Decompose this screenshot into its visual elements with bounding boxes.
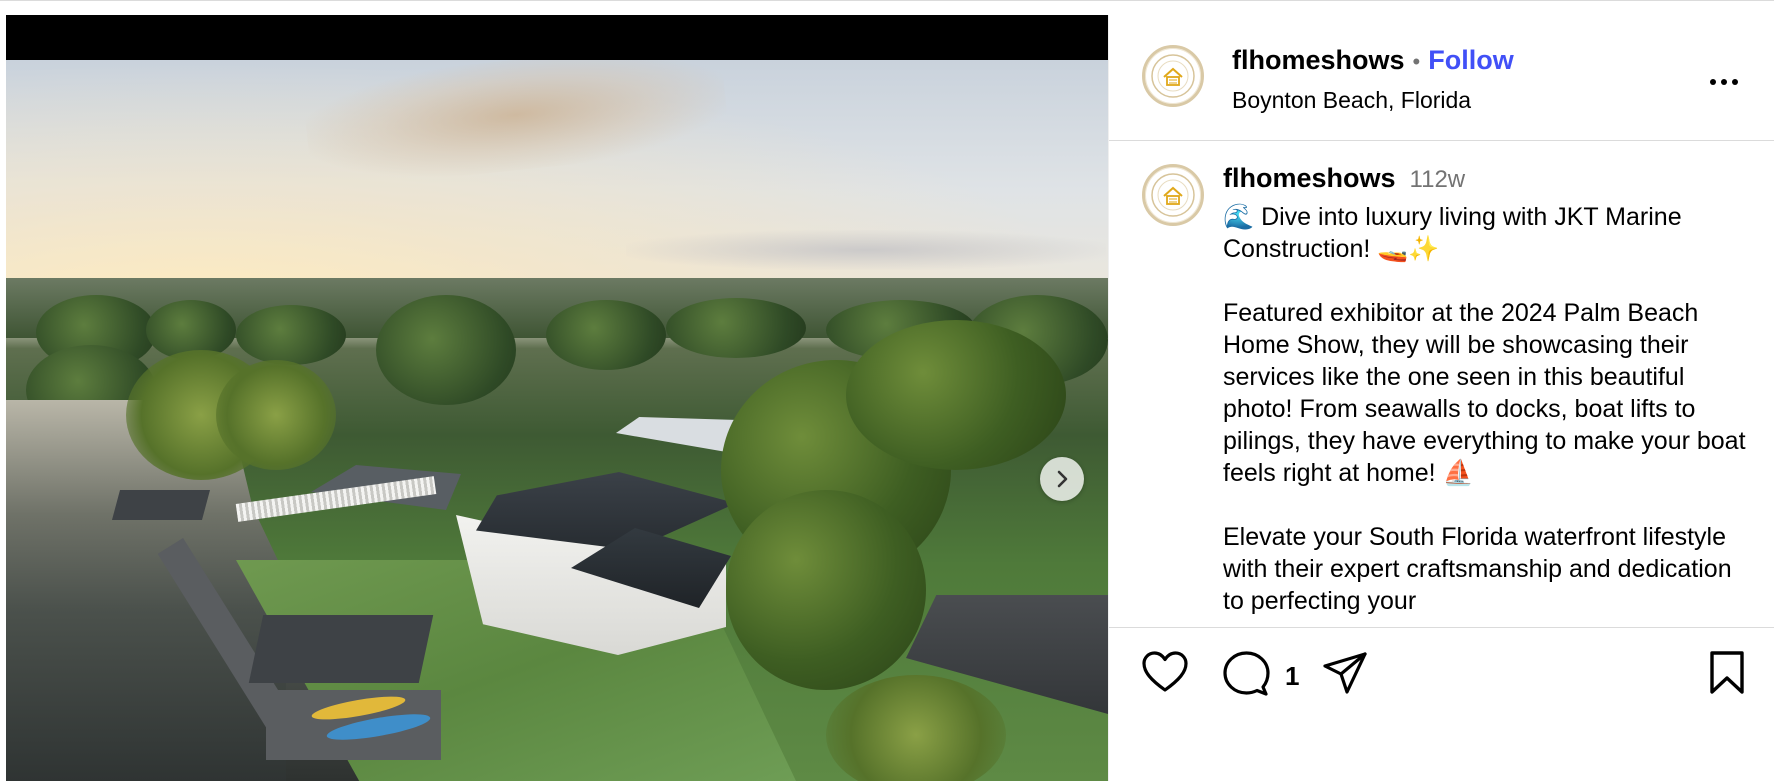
more-dot-icon xyxy=(1732,79,1738,85)
location-link[interactable]: Boynton Beach, Florida xyxy=(1232,87,1471,114)
bookmark-icon xyxy=(1710,651,1744,694)
caption-header: flhomeshows 112w xyxy=(1223,163,1465,194)
follow-button[interactable]: Follow xyxy=(1428,45,1513,76)
cloud xyxy=(626,230,1106,270)
comment-icon xyxy=(1223,651,1270,696)
caption-text: 🌊 Dive into luxury living with JKT Marin… xyxy=(1223,203,1746,615)
share-icon xyxy=(1323,652,1367,694)
action-bar: 1 xyxy=(1109,627,1774,782)
heart-icon xyxy=(1142,651,1188,692)
comment-button[interactable] xyxy=(1221,650,1271,701)
separator-dot: • xyxy=(1412,49,1421,74)
post-sidebar: flhomeshows • Follow Boynton Beach, Flor… xyxy=(1108,15,1774,781)
boat-lift-roof xyxy=(111,490,211,520)
palm-tree xyxy=(826,675,1006,781)
tree xyxy=(376,295,516,405)
save-button[interactable] xyxy=(1707,650,1747,701)
username-link[interactable]: flhomeshows xyxy=(1232,45,1405,76)
house-logo-icon xyxy=(1151,54,1195,98)
more-options-button[interactable] xyxy=(1699,70,1749,94)
share-button[interactable] xyxy=(1321,650,1369,701)
post-dialog: flhomeshows • Follow Boynton Beach, Flor… xyxy=(0,0,1774,781)
palm-tree xyxy=(216,360,336,470)
post-header: flhomeshows • Follow Boynton Beach, Flor… xyxy=(1109,15,1774,141)
chevron-right-icon xyxy=(1057,470,1068,488)
caption-username-link[interactable]: flhomeshows xyxy=(1223,163,1396,194)
post-age[interactable]: 112w xyxy=(1410,166,1466,194)
avatar[interactable] xyxy=(1142,45,1204,107)
next-photo-button[interactable] xyxy=(1040,457,1084,501)
post-media[interactable] xyxy=(6,15,1108,781)
tree xyxy=(846,320,1066,470)
more-dot-icon xyxy=(1721,79,1727,85)
like-button[interactable] xyxy=(1141,650,1189,699)
tree xyxy=(726,490,926,690)
tree xyxy=(666,298,806,358)
tree xyxy=(546,300,666,370)
post-photo xyxy=(6,60,1108,781)
caption-scroll-area[interactable]: flhomeshows 112w 🌊 Dive into luxury livi… xyxy=(1109,141,1774,627)
boat-lift-roof xyxy=(248,615,434,683)
header-title-row: flhomeshows • Follow xyxy=(1232,45,1514,76)
tree xyxy=(236,305,346,365)
more-dot-icon xyxy=(1710,79,1716,85)
comment-count[interactable]: 1 xyxy=(1285,661,1299,692)
